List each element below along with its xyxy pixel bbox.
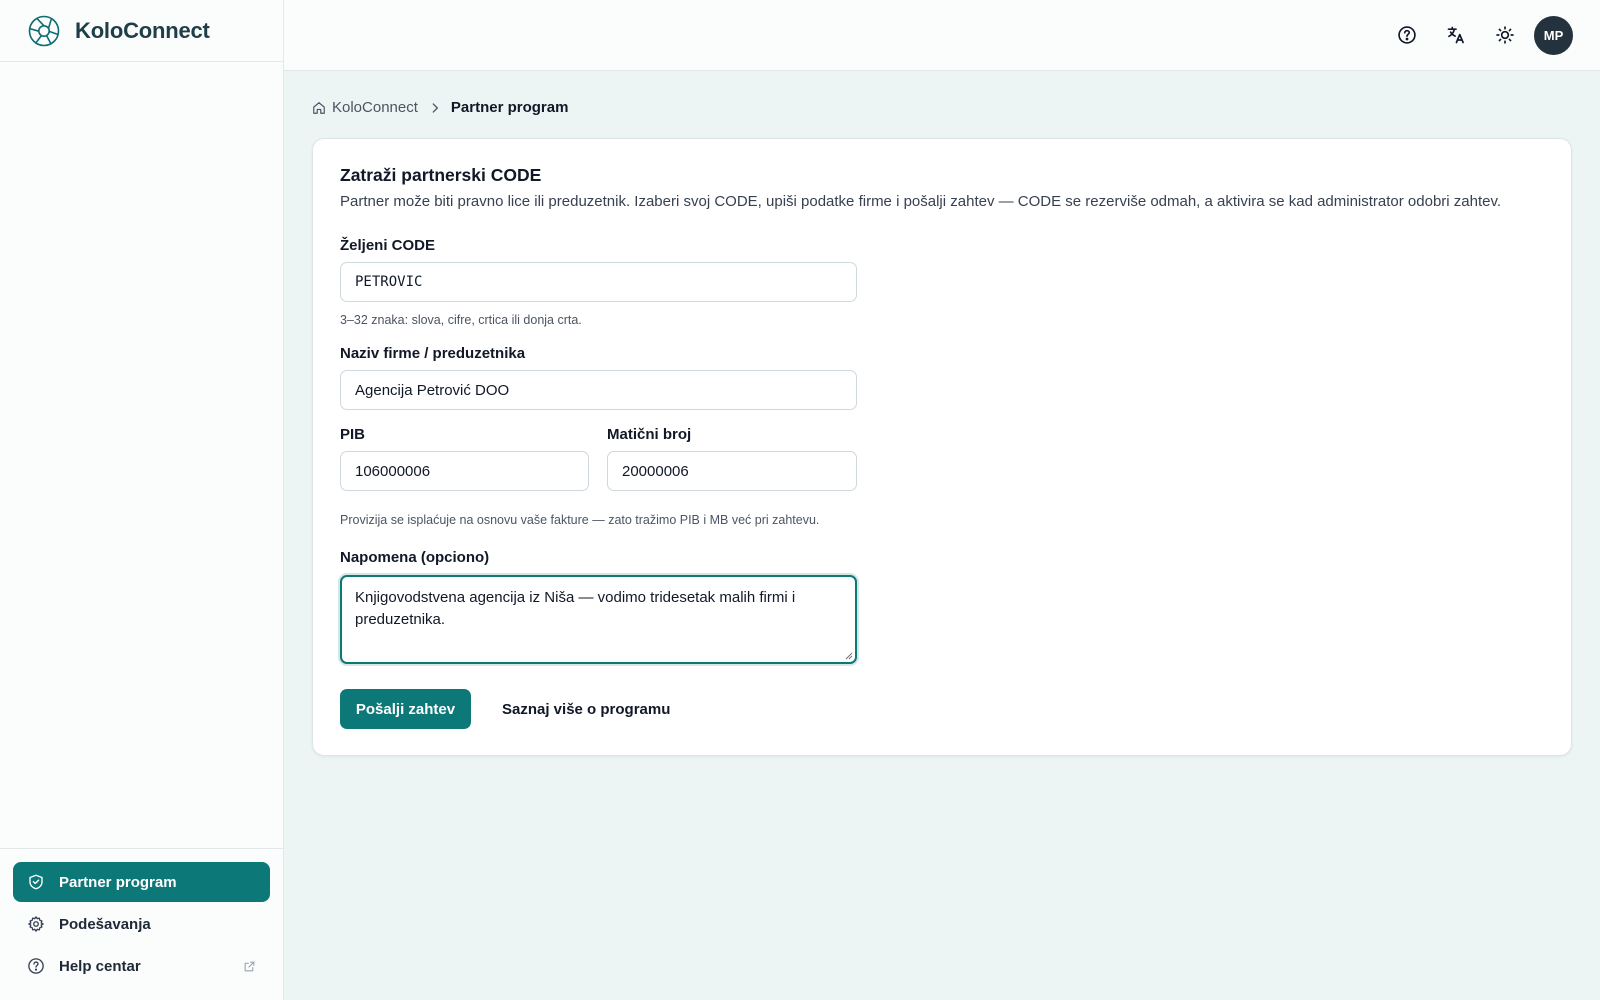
partner-request-card: Zatraži partnerski CODE Partner može bit… [312, 138, 1572, 756]
code-hint: 3–32 znaka: slova, cifre, crtica ili don… [340, 313, 582, 327]
sidebar-item-settings[interactable]: Podešavanja [13, 904, 270, 944]
note-text: Knjigovodstvena agencija iz Niša — vodim… [355, 589, 796, 628]
mb-input[interactable]: 20000006 [607, 451, 857, 491]
brand-name: KoloConnect [75, 17, 210, 43]
gear-icon [27, 915, 45, 933]
home-icon [312, 101, 326, 115]
note-textarea[interactable]: Knjigovodstvena agencija iz Niša — vodim… [340, 575, 857, 664]
breadcrumb-current: Partner program [450, 99, 569, 116]
company-name-label: Naziv firme / preduzetnika [340, 345, 526, 362]
breadcrumb-home-link[interactable]: KoloConnect [332, 99, 418, 116]
page-description: Partner može biti pravno lice ili preduz… [340, 193, 1502, 210]
pib-label: PIB [340, 426, 366, 443]
kolo-logo-icon [27, 14, 61, 48]
submit-request-button[interactable]: Pošalji zahtev [340, 689, 471, 729]
tax-hint: Provizija se isplaćuje na osnovu vaše fa… [340, 513, 820, 527]
external-link-icon [243, 960, 256, 973]
mb-label: Matični broj [607, 426, 692, 443]
brand[interactable]: KoloConnect [0, 0, 283, 62]
pib-input[interactable]: 106000006 [340, 451, 589, 491]
theme-sun-icon[interactable] [1493, 23, 1517, 47]
sidebar-item-label: Podešavanja [59, 915, 151, 933]
code-label: Željeni CODE [340, 237, 436, 254]
sidebar-item-label: Help centar [59, 957, 141, 975]
user-avatar[interactable]: MP [1534, 16, 1573, 55]
note-label: Napomena (opciono) [340, 549, 490, 566]
company-name-input[interactable]: Agencija Petrović DOO [340, 370, 857, 410]
code-input[interactable]: PETROVIC [340, 262, 857, 302]
help-icon [27, 957, 45, 975]
handshake-icon [27, 873, 45, 891]
translate-icon[interactable] [1444, 23, 1468, 47]
top-bar: MP [284, 0, 1600, 71]
sidebar: KoloConnect Partner program Podešavanja [0, 0, 284, 1000]
sidebar-item-label: Partner program [59, 873, 177, 891]
sidebar-item-help-center[interactable]: Help centar [13, 946, 270, 986]
sidebar-item-partner-program[interactable]: Partner program [13, 862, 270, 902]
breadcrumb: KoloConnect Partner program [312, 99, 568, 116]
sidebar-bottom-nav: Partner program Podešavanja Help centar [0, 848, 283, 1000]
page-title: Zatraži partnerski CODE [340, 165, 542, 185]
resize-handle-icon[interactable] [844, 651, 853, 660]
help-icon[interactable] [1395, 23, 1419, 47]
chevron-right-icon [428, 101, 442, 115]
learn-more-link[interactable]: Saznaj više o programu [502, 689, 670, 729]
